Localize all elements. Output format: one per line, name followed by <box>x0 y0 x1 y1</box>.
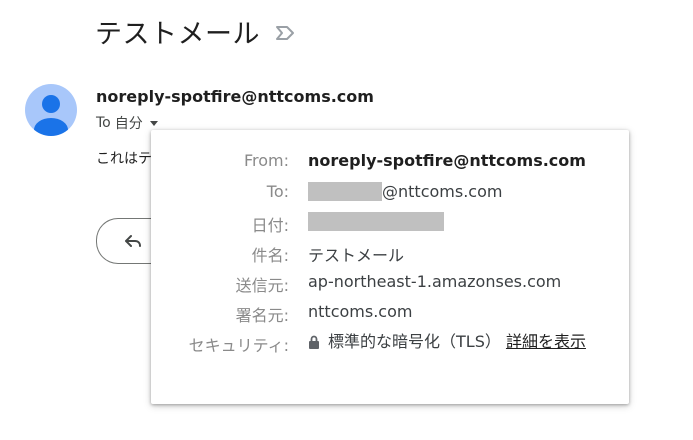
security-value-block: 標準的な暗号化（TLS） 詳細を表示 <box>308 329 608 354</box>
sender-avatar[interactable] <box>25 84 77 136</box>
signed-by-label: 署名元: <box>235 306 289 325</box>
caret-down-icon[interactable] <box>147 116 161 130</box>
lock-icon <box>309 335 319 349</box>
label-outline-icon[interactable] <box>274 24 296 42</box>
subject-label: 件名: <box>251 246 289 265</box>
subject-value: テストメール <box>308 246 405 265</box>
to-domain: @nttcoms.com <box>382 182 503 201</box>
message-details-popup: From: noreply-spotfire@nttcoms.com To: @… <box>151 130 629 404</box>
signed-by-value: nttcoms.com <box>308 302 413 321</box>
to-value: 自分 <box>114 116 143 132</box>
email-subject: テストメール <box>95 19 260 50</box>
security-value: 標準的な暗号化（TLS） <box>328 332 501 351</box>
to-prefix: To <box>96 115 111 131</box>
redacted-date <box>308 212 444 231</box>
security-label: セキュリティ: <box>188 336 289 355</box>
from-value: noreply-spotfire@nttcoms.com <box>308 151 586 170</box>
to-label: To: <box>266 182 289 201</box>
person-icon <box>34 95 68 136</box>
date-label: 日付: <box>251 216 289 235</box>
from-label: From: <box>243 151 289 170</box>
mailed-by-label: 送信元: <box>235 276 289 295</box>
to-value-detail: @nttcoms.com <box>308 182 502 201</box>
sender-address: noreply-spotfire@nttcoms.com <box>96 87 374 106</box>
date-value <box>308 212 444 231</box>
redacted-recipient <box>308 182 382 201</box>
security-details-link[interactable]: 詳細を表示 <box>506 332 586 351</box>
mailed-by-value: ap-northeast-1.amazonses.com <box>308 272 562 291</box>
email-body-snippet: これはテ <box>96 151 152 167</box>
reply-icon <box>125 235 141 247</box>
